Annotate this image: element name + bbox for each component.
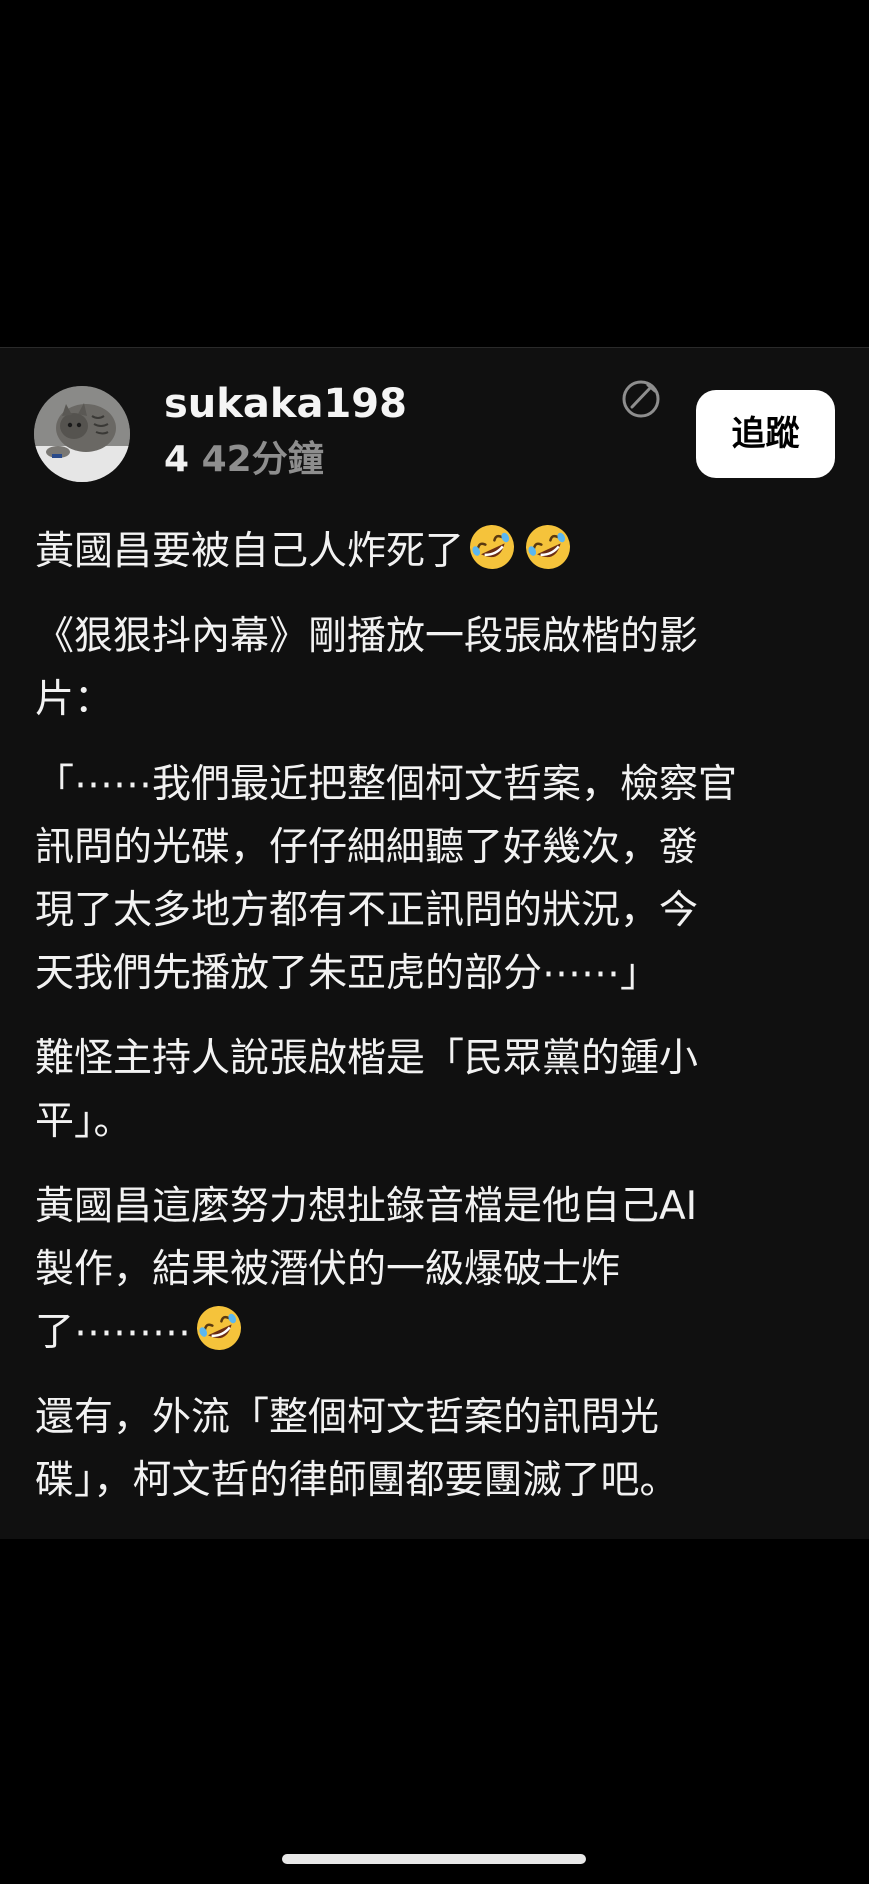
paragraph-text: 難怪主持人說張啟楷是「民眾黨的鍾小 平」。 [35, 1036, 699, 1144]
avatar[interactable] [34, 386, 130, 482]
edited-icon[interactable] [618, 376, 664, 422]
paragraph-text: 「⋯⋯我們最近把整個柯文哲案，檢察官 訊問的光碟，仔仔細細聽了好幾次，發 現了太… [35, 762, 738, 996]
post-meta: 4 42分鐘 [164, 438, 324, 482]
post-paragraph: 「⋯⋯我們最近把整個柯文哲案，檢察官 訊問的光碟，仔仔細細聽了好幾次，發 現了太… [35, 753, 835, 1005]
paragraph-text: 黃國昌要被自己人炸死了 [35, 529, 465, 574]
post-paragraph: 黃國昌要被自己人炸死了 [35, 520, 835, 583]
paragraph-text: 《狠狠抖內幕》剛播放一段張啟楷的影 片： [35, 614, 699, 722]
post-paragraph: 還有，外流「整個柯文哲案的訊問光 碟」，柯文哲的律師團都要團滅了吧。 [35, 1386, 835, 1512]
rolling-on-floor-laughing-emoji [470, 525, 515, 569]
post-paragraph: 黃國昌這麼努力想扯錄音檔是他自己AI 製作，結果被潛伏的一級爆破士炸 了⋯⋯⋯ [35, 1175, 835, 1364]
paragraph-text: 還有，外流「整個柯文哲案的訊問光 碟」，柯文哲的律師團都要團滅了吧。 [35, 1395, 679, 1503]
rolling-on-floor-laughing-emoji [197, 1306, 242, 1350]
status-area [0, 0, 869, 347]
post-paragraph: 《狠狠抖內幕》剛播放一段張啟楷的影 片： [35, 605, 835, 731]
post-content: 黃國昌要被自己人炸死了《狠狠抖內幕》剛播放一段張啟楷的影 片： 「⋯⋯我們最近把整… [35, 520, 835, 1534]
paragraph-text: 黃國昌這麼努力想扯錄音檔是他自己AI 製作，結果被潛伏的一級爆破士炸 了⋯⋯⋯ [35, 1184, 698, 1355]
follow-button[interactable]: 追蹤 [696, 390, 835, 478]
rolling-on-floor-laughing-emoji [526, 525, 571, 569]
cat-avatar-icon [34, 386, 130, 482]
post-paragraph: 難怪主持人說張啟楷是「民眾黨的鍾小 平」。 [35, 1027, 835, 1153]
home-indicator[interactable] [282, 1854, 586, 1864]
meta-count: 4 [164, 439, 190, 480]
post-time: 42分鐘 [201, 439, 324, 480]
username[interactable]: sukaka198 [164, 380, 407, 428]
